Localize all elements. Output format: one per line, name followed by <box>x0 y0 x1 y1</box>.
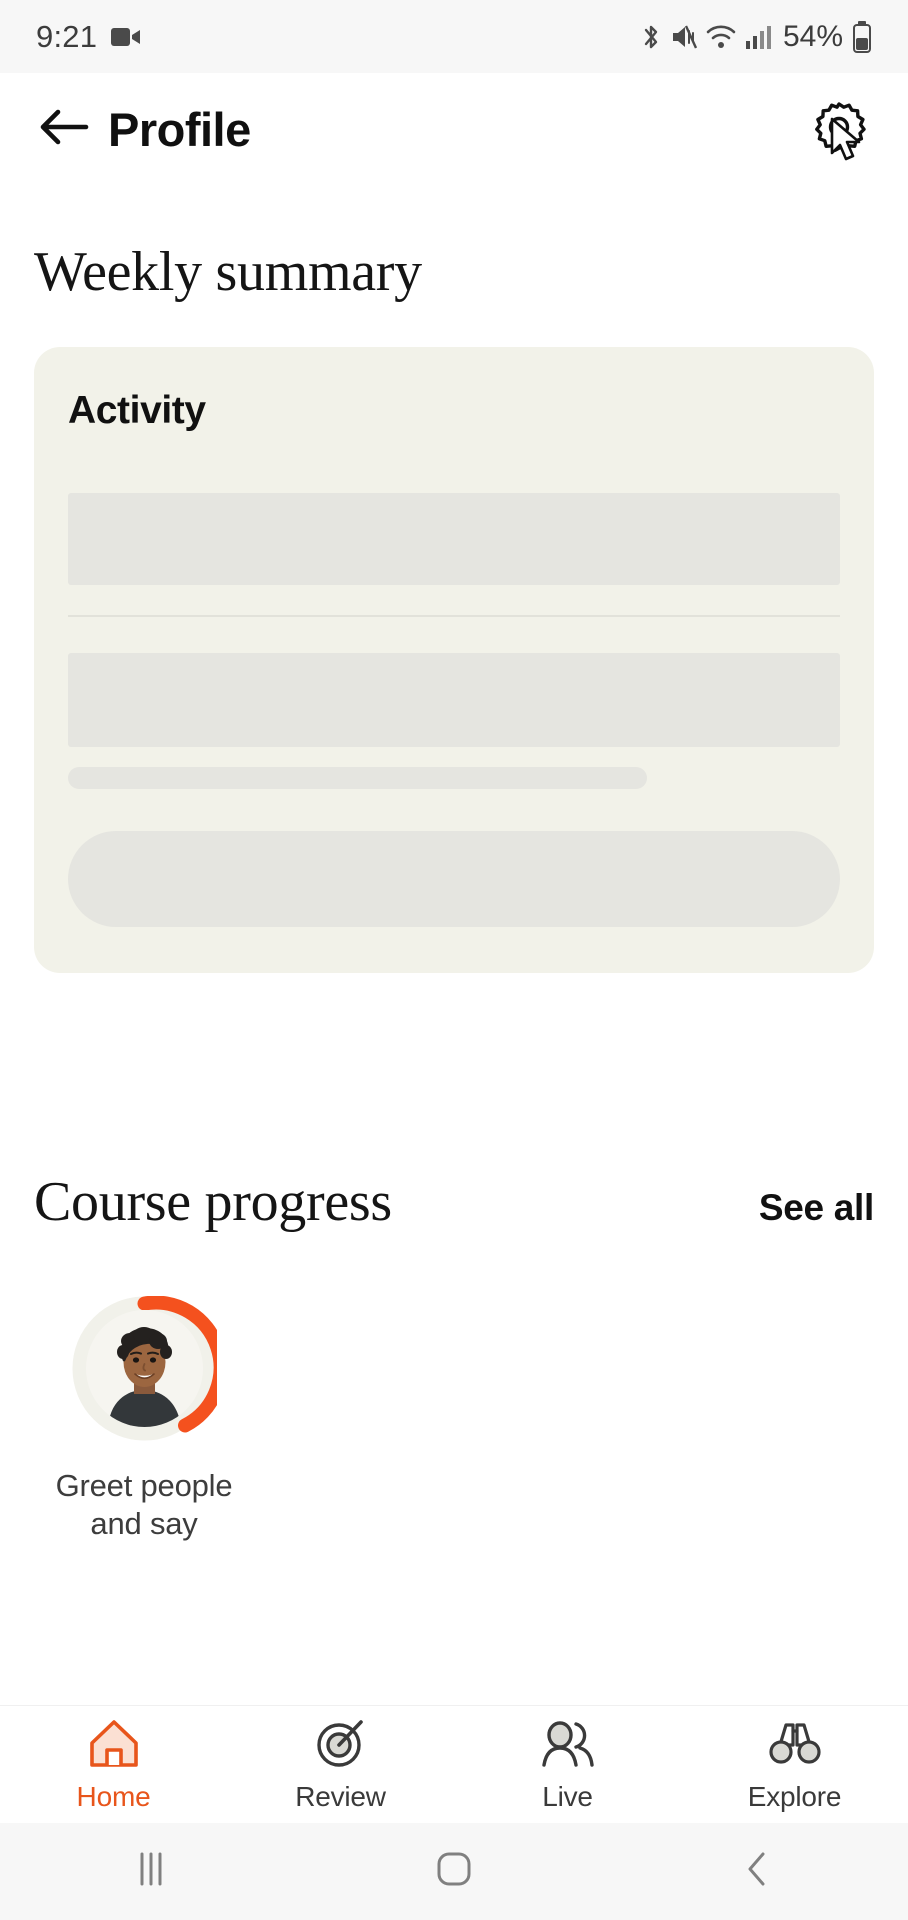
cellular-signal-icon <box>745 24 771 50</box>
nav-label-review: Review <box>295 1780 386 1812</box>
status-bar-right: 54% <box>640 20 872 54</box>
status-bar: 9:21 54% <box>0 0 908 73</box>
activity-card: Activity <box>34 347 874 973</box>
home-icon <box>86 1717 142 1774</box>
avatar <box>85 1310 203 1427</box>
system-navigation-bar <box>0 1823 908 1920</box>
battery-icon <box>852 20 872 53</box>
people-icon <box>538 1717 598 1774</box>
phone-screen: 9:21 54% Profile Weekly summary Activity… <box>0 0 908 1920</box>
app-header: Profile <box>0 73 908 186</box>
wifi-icon <box>706 24 736 50</box>
course-progress-item[interactable]: Greet people and say <box>34 1296 254 1543</box>
nav-label-explore: Explore <box>747 1780 842 1812</box>
nav-item-live[interactable]: Live <box>454 1717 681 1813</box>
back-button-system[interactable] <box>605 1850 908 1893</box>
video-record-icon <box>111 25 141 49</box>
mute-icon <box>671 23 697 51</box>
nav-item-review[interactable]: Review <box>227 1717 454 1813</box>
bottom-navigation: Home Review Live Explore <box>0 1705 908 1823</box>
skeleton-block-2 <box>68 653 840 747</box>
skeleton-bar-short <box>68 767 647 789</box>
skeleton-block-1 <box>68 493 840 585</box>
bluetooth-icon <box>640 22 662 52</box>
header-actions <box>804 95 874 165</box>
course-item-label-line2: and say <box>90 1505 198 1541</box>
target-icon <box>313 1717 369 1774</box>
status-time: 9:21 <box>36 18 98 54</box>
recent-apps-icon <box>136 1851 166 1892</box>
back-button[interactable] <box>34 100 94 160</box>
skeleton-divider <box>68 615 840 617</box>
course-progress-heading: Course progress <box>34 1171 392 1233</box>
see-all-link[interactable]: See all <box>759 1187 874 1229</box>
avatar-with-progress[interactable] <box>72 1296 217 1441</box>
course-item-label: Greet people and say <box>56 1467 233 1543</box>
nav-label-home: Home <box>76 1780 151 1812</box>
course-progress-header: Course progress See all <box>34 1170 874 1234</box>
nav-item-explore[interactable]: Explore <box>681 1717 908 1813</box>
course-progress-list: Greet people and say <box>34 1296 908 1543</box>
gear-icon <box>809 97 869 162</box>
nav-label-live: Live <box>542 1780 593 1812</box>
home-button[interactable] <box>303 1850 606 1893</box>
skeleton-pill <box>68 831 840 927</box>
nav-item-home[interactable]: Home <box>0 1717 227 1813</box>
binoculars-icon <box>766 1717 824 1774</box>
battery-percent-label: 54% <box>782 19 843 53</box>
main-content: Weekly summary Activity Course progress … <box>0 186 908 1705</box>
chevron-left-icon <box>744 1850 770 1893</box>
page-title: Profile <box>108 103 251 156</box>
weekly-summary-heading: Weekly summary <box>34 241 422 303</box>
status-bar-left: 9:21 <box>36 19 141 55</box>
recent-apps-button[interactable] <box>0 1851 303 1892</box>
settings-button[interactable] <box>804 95 874 165</box>
activity-card-title: Activity <box>68 389 206 432</box>
home-square-icon <box>435 1850 473 1893</box>
arrow-left-icon <box>38 107 90 152</box>
course-item-label-line1: Greet people <box>55 1468 233 1503</box>
